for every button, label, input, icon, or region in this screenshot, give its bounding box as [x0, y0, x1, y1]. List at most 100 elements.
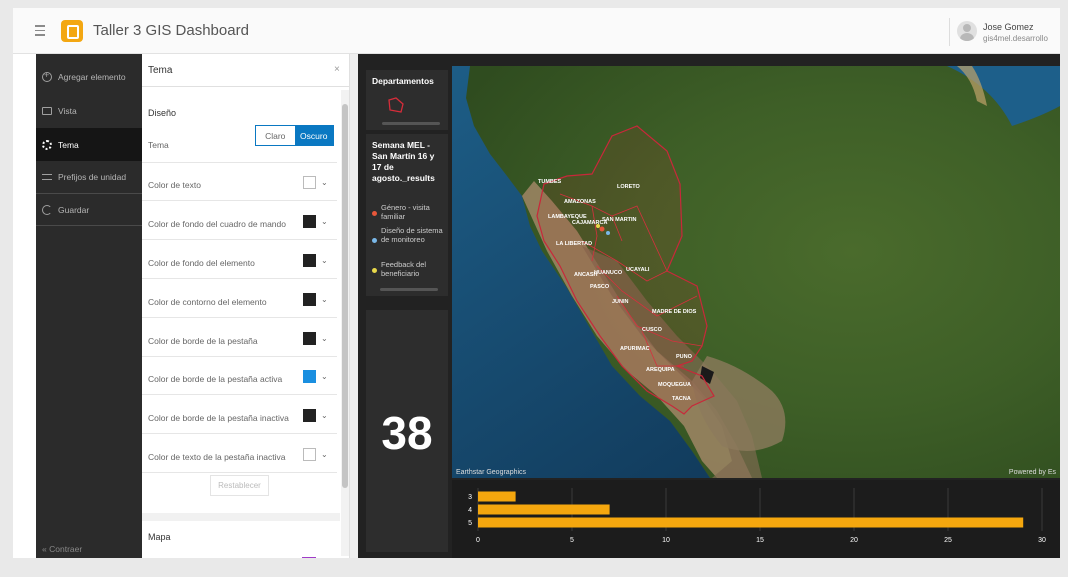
departments-widget[interactable]: Departamentos: [366, 70, 448, 130]
row-divider: [142, 200, 337, 201]
map-label: JUNIN: [612, 299, 629, 305]
chevron-down-icon[interactable]: ⌄: [321, 372, 328, 381]
theme-label: Tema: [148, 140, 169, 150]
row-label: Color de borde de la pestaña: [148, 336, 258, 346]
legend-item: Feedback del beneficiario: [372, 260, 446, 278]
color-swatch-text[interactable]: [303, 176, 316, 189]
chevron-down-icon[interactable]: ⌄: [321, 411, 328, 420]
chevron-down-icon[interactable]: ⌄: [321, 295, 328, 304]
row-divider: [142, 394, 337, 395]
nav-item-add-element[interactable]: Agregar elemento: [36, 60, 142, 93]
dashboard-canvas: Departamentos Semana MEL - San Martín 16…: [358, 54, 1060, 558]
reset-button[interactable]: Restablecer: [210, 475, 269, 496]
legend-dot-icon: [372, 268, 377, 273]
header-divider: [949, 18, 950, 46]
chart-y-tick-label: 3: [468, 494, 472, 501]
nav-item-theme[interactable]: Tema: [36, 128, 142, 161]
color-swatch-active-tab-border[interactable]: [303, 370, 316, 383]
panel-gutter: [350, 54, 358, 558]
chart-x-tick-label: 15: [756, 537, 764, 544]
chevron-down-icon[interactable]: ⌄: [321, 450, 328, 459]
nav-item-label: Vista: [58, 105, 77, 116]
legend-item: Diseño de sistema de monitoreo: [372, 226, 446, 244]
map-label: MADRE DE DIOS: [652, 309, 697, 315]
nav-item-save[interactable]: Guardar: [36, 193, 142, 226]
chevron-down-icon[interactable]: ⌄: [321, 256, 328, 265]
row-divider: [142, 472, 337, 473]
chevron-down-icon[interactable]: ⌄: [321, 178, 328, 187]
legend-widget[interactable]: Semana MEL - San Martín 16 y 17 de agost…: [366, 134, 448, 296]
hamburger-menu-icon[interactable]: [35, 25, 45, 37]
panel-scrollbar-thumb[interactable]: [342, 104, 348, 488]
plus-circle-icon: [42, 70, 52, 82]
legend-dot-icon: [372, 211, 377, 216]
gear-icon: [42, 139, 52, 150]
color-swatch-dashboard-bg[interactable]: [303, 215, 316, 228]
user-avatar-icon[interactable]: [957, 21, 977, 41]
legend-item-label: Género - visita familiar: [381, 203, 430, 221]
nav-item-view[interactable]: Vista: [36, 94, 142, 127]
map-label: CUSCO: [642, 327, 663, 333]
chart-bar[interactable]: [478, 517, 1024, 528]
theme-option-dark[interactable]: Oscuro: [294, 126, 333, 145]
panel-header: Tema ×: [142, 54, 350, 87]
indicator-value: 38: [381, 407, 433, 459]
theme-option-light[interactable]: Claro: [256, 126, 295, 145]
view-icon: [42, 106, 52, 115]
user-handle: gis4mel.desarrollo: [983, 34, 1048, 43]
map-point[interactable]: [599, 226, 605, 232]
panel-title: Tema: [148, 65, 173, 76]
indicator-widget[interactable]: 38: [366, 310, 448, 552]
map-label: SAN MARTIN: [602, 217, 637, 223]
theme-panel: Tema × Diseño Tema Claro Oscuro Color de…: [142, 54, 350, 558]
color-swatch-element-outline[interactable]: [303, 293, 316, 306]
map-point[interactable]: [606, 231, 610, 235]
legend-dot-icon: [372, 238, 377, 243]
close-icon[interactable]: ×: [334, 64, 340, 75]
chart-bar[interactable]: [478, 491, 516, 502]
color-swatch-inactive-tab-border[interactable]: [303, 409, 316, 422]
map-widget[interactable]: TUMBES AMAZONAS LORETO LAMBAYEQUE CAJAMA…: [452, 66, 1060, 478]
panel-section-divider: [142, 513, 340, 521]
map-label: AREQUIPA: [646, 367, 675, 373]
legend-scroll-indicator[interactable]: [380, 288, 438, 291]
row-label: Color de fondo del elemento: [148, 258, 255, 268]
bar-chart-widget[interactable]: 0 5 10 15 20 25 30 3 4 5: [452, 480, 1060, 558]
map-point[interactable]: [596, 224, 600, 228]
theme-toggle: Claro Oscuro: [255, 125, 334, 146]
map-view[interactable]: TUMBES AMAZONAS LORETO LAMBAYEQUE CAJAMA…: [452, 66, 1060, 478]
map-color-swatch[interactable]: [302, 557, 316, 558]
map-label: TACNA: [672, 396, 691, 402]
chevron-down-icon[interactable]: ⌄: [321, 217, 328, 226]
chart-bar[interactable]: [478, 504, 610, 515]
row-divider: [142, 356, 337, 357]
row-label: Color de contorno del elemento: [148, 297, 267, 307]
row-label: Color de texto de la pestaña inactiva: [148, 452, 286, 462]
map-powered-by[interactable]: Powered by Es: [1009, 469, 1056, 476]
departments-scroll-indicator[interactable]: [382, 122, 440, 125]
bar-chart[interactable]: 0 5 10 15 20 25 30 3 4 5: [452, 480, 1060, 558]
chart-x-tick-label: 10: [662, 537, 670, 544]
row-label: Color de fondo del cuadro de mando: [148, 219, 286, 229]
section-title-map: Mapa: [148, 532, 171, 542]
user-name[interactable]: Jose Gomez: [983, 22, 1034, 32]
map-label: LORETO: [617, 184, 641, 190]
color-swatch-inactive-tab-text[interactable]: [303, 448, 316, 461]
row-divider: [142, 317, 337, 318]
row-divider: [142, 433, 337, 434]
color-swatch-tab-border[interactable]: [303, 332, 316, 345]
chart-y-tick-label: 5: [468, 520, 472, 527]
legend-item: Género - visita familiar: [372, 203, 446, 221]
units-icon: [42, 173, 52, 180]
nav-item-label: Guardar: [58, 204, 90, 215]
nav-collapse-label: Contraer: [49, 544, 83, 554]
row-label: Color de borde de la pestaña inactiva: [148, 413, 289, 423]
department-polygon-icon: [388, 97, 404, 113]
color-swatch-element-bg[interactable]: [303, 254, 316, 267]
nav-item-unit-prefixes[interactable]: Prefijos de unidad: [36, 160, 142, 193]
chevron-down-icon[interactable]: ⌄: [321, 334, 328, 343]
nav-collapse-button[interactable]: « Contraer: [42, 544, 82, 554]
chart-x-tick-label: 5: [570, 537, 574, 544]
departments-title: Departamentos: [372, 76, 434, 86]
panel-scrollbar[interactable]: [341, 90, 349, 556]
